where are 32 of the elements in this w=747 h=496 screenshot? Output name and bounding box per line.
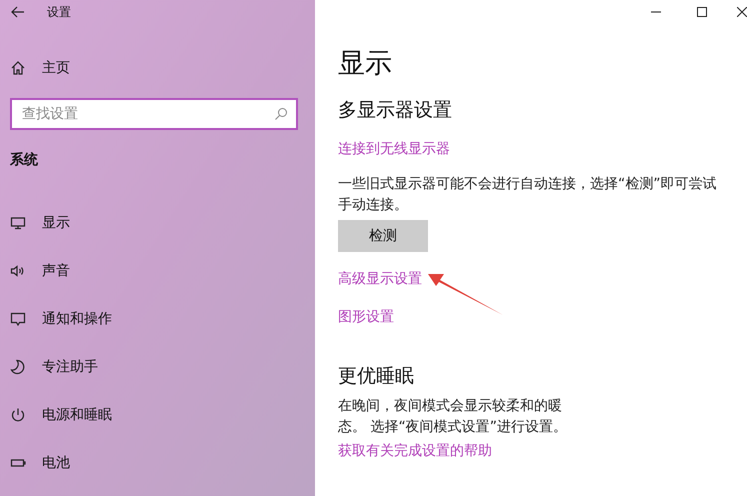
settings-link[interactable]: 图形设置 bbox=[338, 309, 394, 325]
description-text: 态。 选择“夜间模式设置”进行设置。 bbox=[338, 418, 568, 437]
nav-item[interactable]: 电源和睡眠 bbox=[0, 391, 315, 439]
section-heading: 多显示器设置 bbox=[338, 98, 453, 123]
settings-link[interactable]: 高级显示设置 bbox=[338, 271, 422, 287]
back-arrow-icon[interactable] bbox=[11, 6, 25, 18]
nav-item[interactable]: 电池 bbox=[0, 439, 315, 487]
settings-link[interactable]: 连接到无线显示器 bbox=[338, 141, 450, 157]
power-icon bbox=[10, 407, 26, 423]
window-title: 设置 bbox=[47, 4, 71, 21]
section-heading: 系统 bbox=[10, 151, 39, 170]
description-text: 一些旧式显示器可能不会进行自动连接，选择“检测”即可尝试手动连接。 bbox=[338, 175, 718, 215]
moon-icon bbox=[10, 359, 26, 375]
nav-item[interactable]: 显示 bbox=[0, 199, 315, 247]
minimize-icon bbox=[651, 11, 661, 13]
detect-button[interactable]: 检测 bbox=[338, 220, 428, 252]
message-icon bbox=[10, 311, 26, 327]
maximize-icon bbox=[697, 7, 707, 17]
monitor-icon bbox=[10, 215, 26, 231]
nav-item[interactable]: 专注助手 bbox=[0, 343, 315, 391]
search-field[interactable]: 查找设置 bbox=[10, 98, 298, 130]
settings-link[interactable]: 获取有关完成设置的帮助 bbox=[338, 443, 492, 459]
home-nav-item[interactable]: 主页 bbox=[0, 54, 315, 82]
close-icon bbox=[737, 7, 747, 17]
description-text: 在晚间，夜间模式会显示较柔和的暖 bbox=[338, 397, 563, 416]
nav-item[interactable]: 通知和操作 bbox=[0, 295, 315, 343]
search-icon bbox=[274, 107, 288, 121]
section-heading: 更优睡眠 bbox=[338, 364, 415, 389]
page-title: 显示 bbox=[338, 47, 393, 81]
nav-item[interactable]: 声音 bbox=[0, 247, 315, 295]
home-icon bbox=[10, 60, 26, 76]
speaker-icon bbox=[10, 263, 26, 279]
